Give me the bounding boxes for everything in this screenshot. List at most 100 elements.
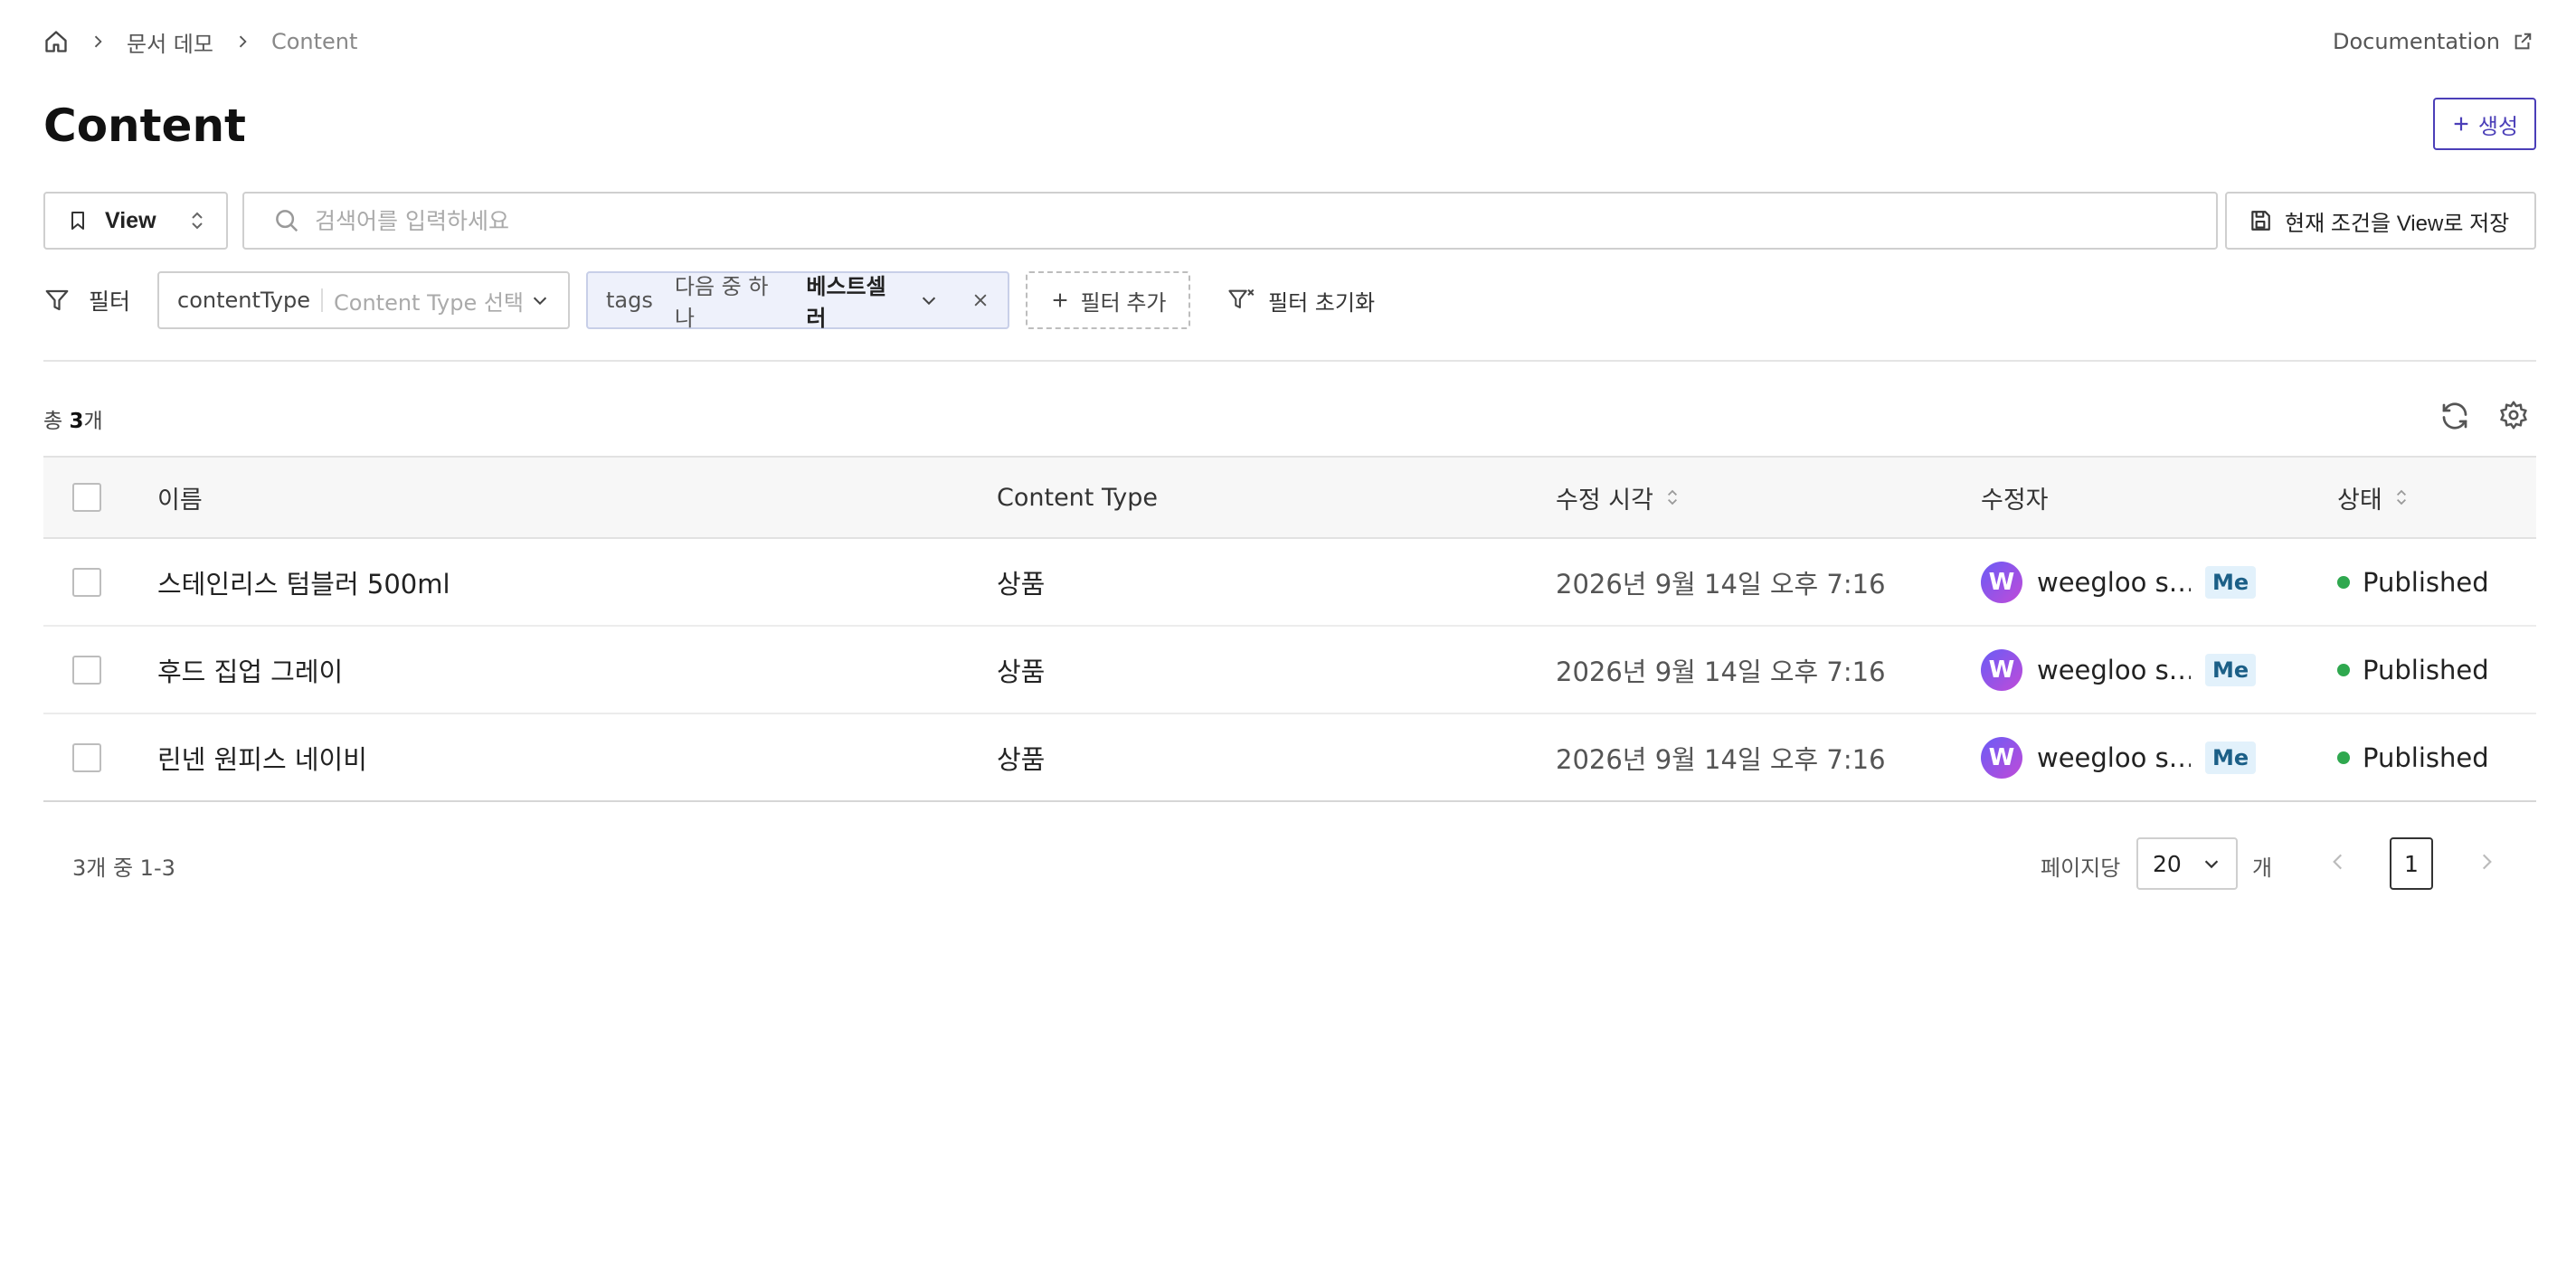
sort-icon (2395, 487, 2408, 507)
bookmark-icon (67, 209, 89, 232)
documentation-link[interactable]: Documentation (2333, 25, 2533, 58)
column-header-status[interactable]: 상태 (2337, 458, 2408, 537)
status-dot (2337, 663, 2350, 676)
status-dot (2337, 575, 2350, 589)
chevron-left-icon[interactable] (2326, 848, 2350, 875)
column-header-status-label: 상태 (2337, 486, 2382, 515)
row-checkbox[interactable] (72, 567, 101, 597)
avatar: W (1981, 736, 2022, 779)
table-row[interactable]: 후드 집업 그레이 상품 2026년 9월 14일 오후 7:16 W weeg… (43, 627, 2536, 714)
per-page-select[interactable]: 20 (2136, 837, 2238, 890)
page-number-current[interactable]: 1 (2390, 837, 2433, 890)
chevron-right-icon (233, 33, 251, 51)
breadcrumb: 문서 데모 Content (43, 25, 357, 58)
row-editor: weegloo s… (2037, 566, 2191, 598)
reset-filter-label: 필터 초기화 (1268, 289, 1376, 316)
chevron-right-icon (89, 33, 107, 51)
create-button-label: 생성 (2477, 114, 2519, 139)
row-modified-at: 2026년 9월 14일 오후 7:16 (1556, 568, 1886, 600)
column-header-editor: 수정자 (1981, 486, 2049, 515)
view-select-button[interactable]: View (43, 192, 228, 250)
save-view-label: 현재 조건을 View로 저장 (2285, 211, 2510, 236)
search-icon (273, 207, 300, 234)
row-name[interactable]: 린넨 원피스 네이비 (157, 739, 367, 777)
avatar: W (1981, 648, 2022, 691)
create-button[interactable]: 생성 (2433, 98, 2536, 150)
row-status: Published (2363, 654, 2489, 685)
table-row[interactable]: 린넨 원피스 네이비 상품 2026년 9월 14일 오후 7:16 W wee… (43, 714, 2536, 802)
select-all-checkbox[interactable] (72, 483, 101, 512)
content-type-filter-placeholder: Content Type 선택 (334, 289, 525, 316)
row-status: Published (2363, 566, 2489, 598)
column-header-modified-at[interactable]: 수정 시각 (1556, 458, 1679, 537)
row-content-type: 상품 (997, 568, 1046, 600)
row-modified-at: 2026년 9월 14일 오후 7:16 (1556, 656, 1886, 687)
table-row[interactable]: 스테인리스 텀블러 500ml 상품 2026년 9월 14일 오후 7:16 … (43, 539, 2536, 627)
tags-filter[interactable]: tags 다음 중 하나 베스트셀러 (586, 269, 1009, 332)
chevron-down-icon[interactable] (919, 290, 939, 310)
row-status: Published (2363, 742, 2489, 773)
plus-icon (2451, 114, 2471, 134)
me-badge: Me (2205, 653, 2257, 686)
total-prefix: 총 (43, 410, 70, 433)
breadcrumb-item-demo[interactable]: 문서 데모 (127, 26, 213, 58)
per-page-label: 페이지당 (2041, 855, 2121, 881)
save-view-button[interactable]: 현재 조건을 View로 저장 (2225, 192, 2536, 250)
plus-icon (1050, 290, 1070, 310)
me-badge: Me (2205, 565, 2257, 599)
external-link-icon (2513, 32, 2533, 52)
chevron-right-icon[interactable] (2475, 848, 2498, 875)
breadcrumb-item-current: Content (270, 29, 358, 54)
content-type-filter-key: contentType (177, 288, 311, 313)
close-icon[interactable] (971, 291, 990, 309)
reset-filter-button[interactable]: 필터 초기화 (1226, 271, 1375, 329)
search-box (242, 192, 2218, 250)
sort-icon (1666, 487, 1679, 507)
me-badge: Me (2205, 741, 2257, 774)
content-type-filter[interactable]: contentType Content Type 선택 (157, 271, 570, 329)
row-content-type: 상품 (997, 656, 1046, 687)
pagination-range: 3개 중 1-3 (72, 855, 175, 881)
filter-icon (43, 287, 71, 314)
row-name[interactable]: 스테인리스 텀블러 500ml (157, 563, 450, 601)
column-header-modified-at-label: 수정 시각 (1556, 486, 1653, 515)
documentation-label: Documentation (2332, 29, 2500, 54)
row-checkbox[interactable] (72, 655, 101, 685)
total-number: 3 (69, 410, 84, 433)
gear-icon[interactable] (2498, 400, 2529, 430)
sort-icon (190, 210, 204, 231)
tags-filter-key: tags (606, 288, 653, 313)
row-content-type: 상품 (997, 743, 1046, 775)
column-header-content-type: Content Type (997, 483, 1158, 512)
filter-label-text: 필터 (89, 288, 131, 315)
total-suffix: 개 (83, 410, 103, 433)
row-editor: weegloo s… (2037, 654, 2191, 685)
row-modified-at: 2026년 9월 14일 오후 7:16 (1556, 743, 1886, 775)
total-count: 총 3개 (43, 403, 103, 434)
search-input[interactable] (315, 207, 2187, 234)
save-icon (2249, 209, 2272, 232)
per-page-unit: 개 (2252, 855, 2273, 881)
row-name[interactable]: 후드 집업 그레이 (157, 651, 343, 689)
filter-reset-icon (1226, 286, 1255, 315)
column-header-name: 이름 (157, 486, 203, 515)
table-header: 이름 Content Type 수정 시각 수정자 상태 (43, 456, 2536, 539)
filter-label: 필터 (43, 271, 130, 329)
add-filter-button[interactable]: 필터 추가 (1026, 271, 1190, 329)
row-checkbox[interactable] (72, 742, 101, 772)
row-editor: weegloo s… (2037, 742, 2191, 773)
chevron-down-icon (2202, 854, 2221, 874)
view-label: View (105, 207, 156, 233)
tags-filter-operator[interactable]: 다음 중 하나 (675, 269, 784, 332)
avatar: W (1981, 561, 2022, 603)
add-filter-label: 필터 추가 (1080, 290, 1167, 316)
tags-filter-value[interactable]: 베스트셀러 (806, 269, 903, 332)
home-icon[interactable] (43, 29, 69, 54)
page-title: Content (43, 99, 246, 152)
refresh-icon[interactable] (2439, 400, 2471, 432)
per-page-value: 20 (2153, 850, 2182, 877)
chevron-down-icon (530, 290, 550, 310)
content-table: 이름 Content Type 수정 시각 수정자 상태 스테인리스 텀블러 5… (43, 456, 2536, 802)
divider (43, 360, 2536, 362)
status-dot (2337, 751, 2350, 764)
